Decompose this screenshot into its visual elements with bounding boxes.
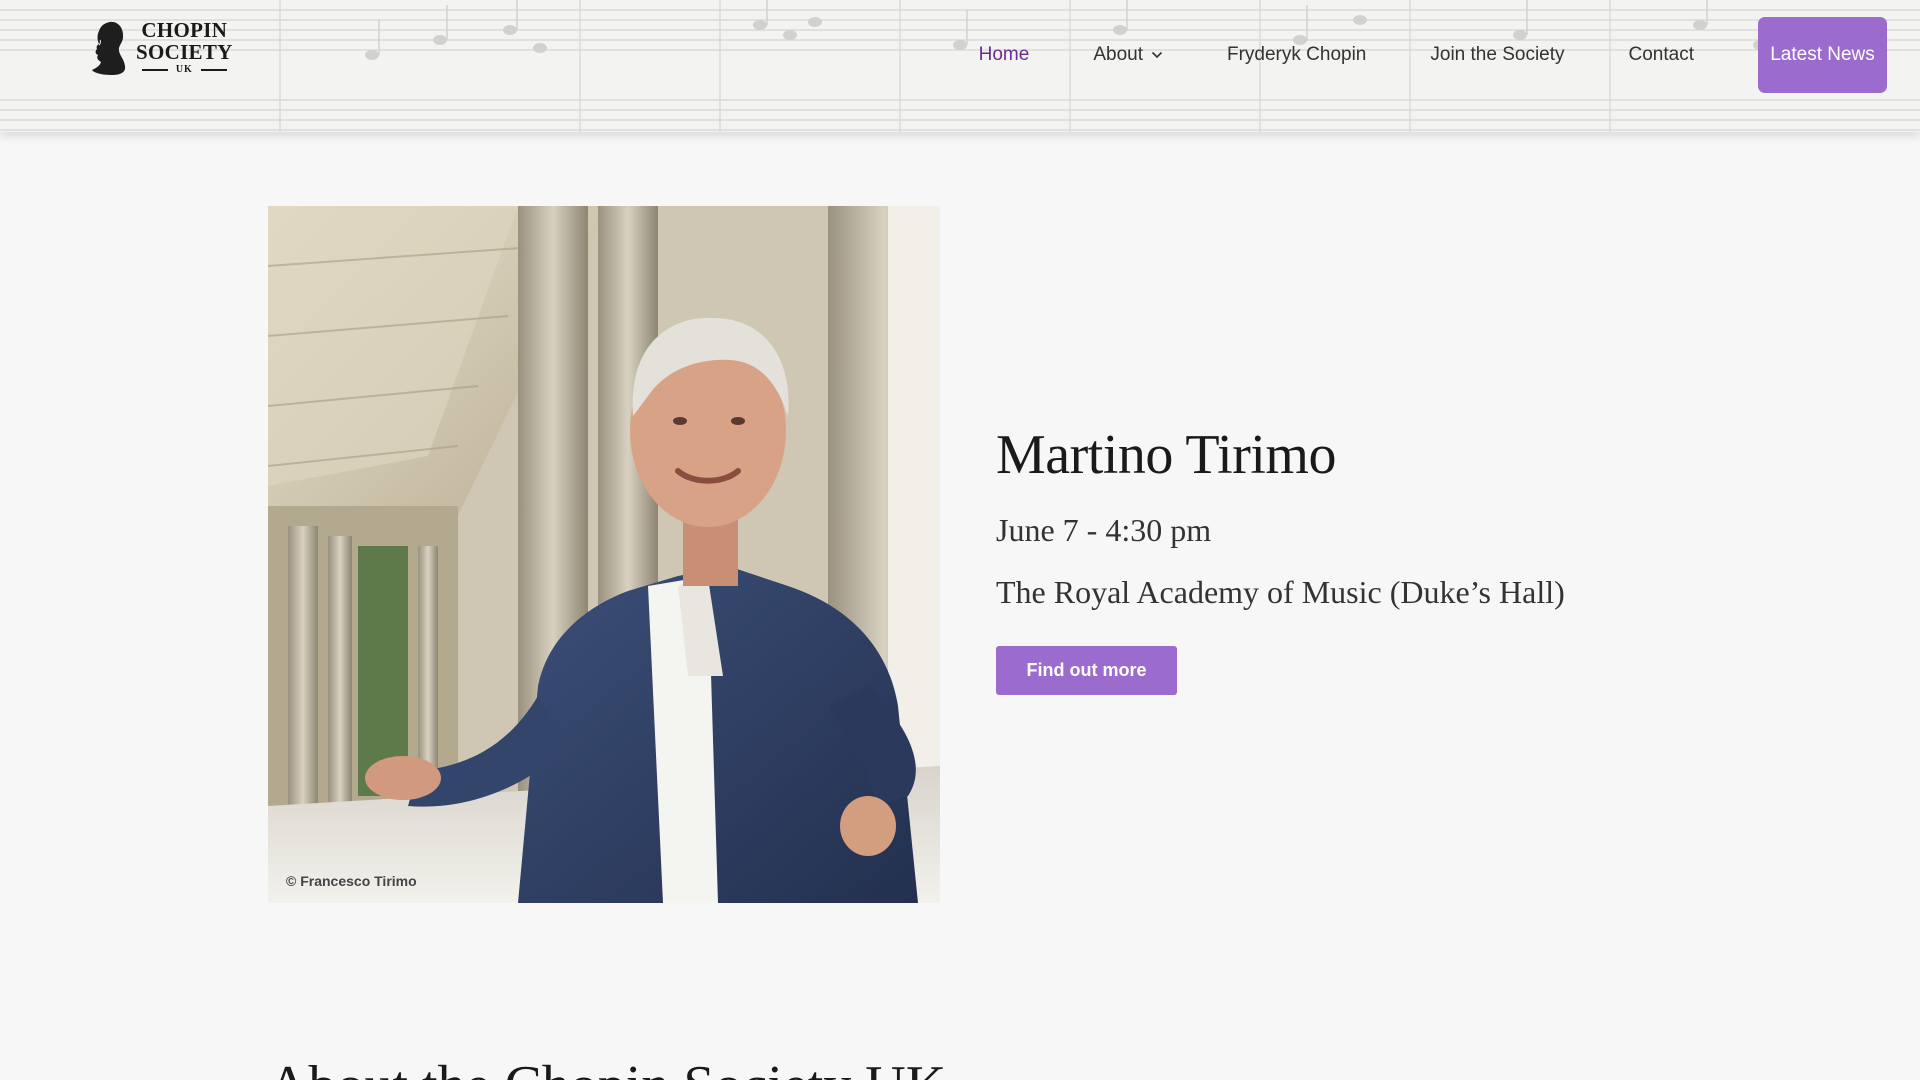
logo-line-chopin: CHOPIN bbox=[141, 17, 228, 42]
main-nav: Home About Fryderyk Chopin Join the Soci… bbox=[915, 0, 1920, 110]
nav-item-label: About bbox=[1093, 44, 1143, 65]
nav-item-label: Join the Society bbox=[1430, 44, 1565, 65]
photo-credit: © Francesco Tirimo bbox=[286, 873, 417, 889]
nav-item-join-the-society[interactable]: Join the Society bbox=[1430, 44, 1564, 66]
event-venue: The Royal Academy of Music (Duke’s Hall) bbox=[996, 574, 1565, 610]
logo-line-society: SOCIETY bbox=[136, 39, 233, 64]
site-header: CHOPIN SOCIETY UK Home About Fryderyk Ch… bbox=[0, 0, 1920, 132]
chopin-bust-icon bbox=[92, 21, 126, 75]
nav-item-fryderyk-chopin[interactable]: Fryderyk Chopin bbox=[1227, 44, 1366, 66]
nav-item-label: Home bbox=[978, 44, 1030, 65]
nav-item-label: Contact bbox=[1628, 44, 1694, 65]
event-title: Martino Tirimo bbox=[996, 424, 1336, 486]
event-date: June 7 - 4:30 pm bbox=[996, 512, 1212, 548]
chevron-down-icon bbox=[1151, 51, 1163, 59]
find-out-more-button[interactable]: Find out more bbox=[996, 646, 1177, 695]
event-details: Martino Tirimo June 7 - 4:30 pm The Roya… bbox=[996, 420, 1565, 695]
nav-item-about[interactable]: About bbox=[1093, 44, 1163, 66]
latest-news-button[interactable]: Latest News bbox=[1758, 17, 1887, 93]
performer-photo-illustration bbox=[268, 206, 940, 903]
logo-wordmark: CHOPIN SOCIETY UK bbox=[136, 19, 233, 76]
performer-photo: © Francesco Tirimo bbox=[268, 206, 940, 903]
nav-item-label: Fryderyk Chopin bbox=[1226, 44, 1367, 65]
about-section-heading: About the Chopin Society UK bbox=[268, 1054, 946, 1080]
site-logo[interactable]: CHOPIN SOCIETY UK bbox=[88, 18, 233, 76]
nav-item-home[interactable]: Home bbox=[979, 44, 1030, 66]
nav-item-contact[interactable]: Contact bbox=[1629, 44, 1694, 66]
logo-line-uk: UK bbox=[142, 64, 227, 76]
